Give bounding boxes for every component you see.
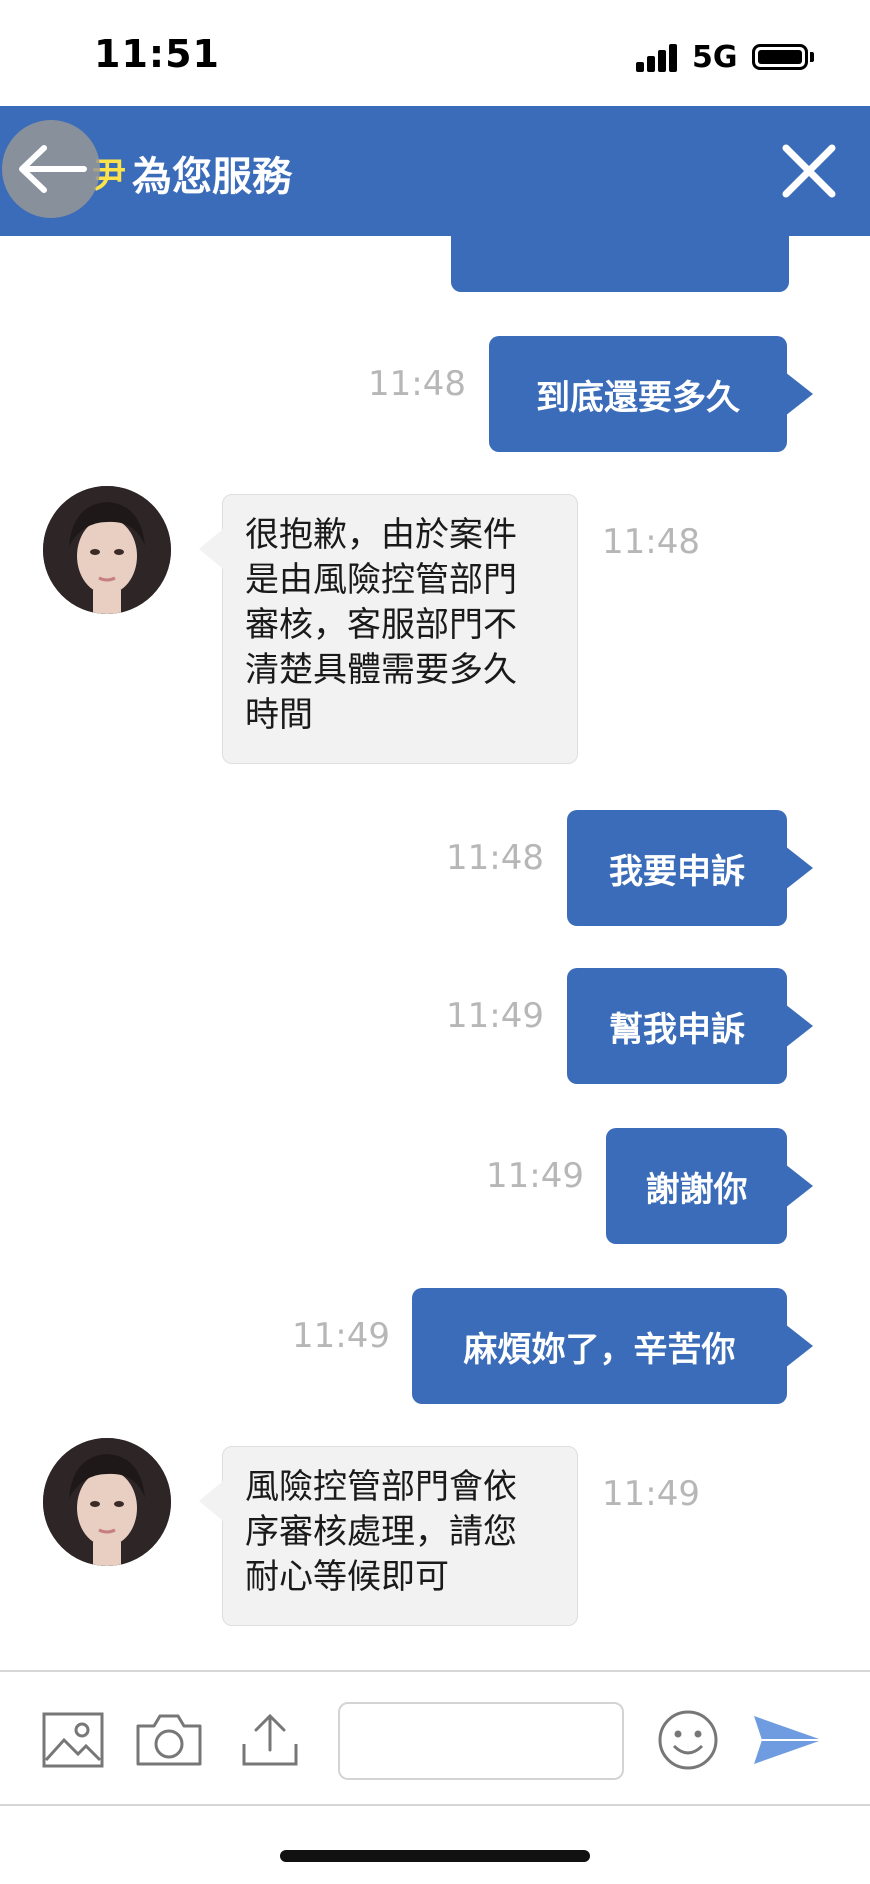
message-input[interactable]: [338, 1702, 624, 1780]
camera-icon[interactable]: [134, 1710, 204, 1774]
network-label: 5G: [692, 40, 738, 75]
chat-header: 尹 為您服務: [0, 106, 870, 236]
message-timestamp: 11:49: [602, 1474, 700, 1514]
message-timestamp: 11:48: [446, 838, 544, 878]
status-time: 11:51: [94, 32, 220, 76]
incoming-message[interactable]: 風險控管部門會依 序審核處理，請您 耐心等候即可: [199, 1446, 578, 1626]
page-title: 為您服務: [132, 154, 292, 200]
message-line: 是由風險控管部門: [245, 560, 517, 600]
battery-icon: [752, 44, 808, 70]
battery-tip: [810, 52, 814, 62]
signal-icon: [636, 44, 680, 72]
message-line: 序審核處理，請您: [245, 1512, 517, 1552]
message-timestamp: 11:48: [602, 522, 700, 562]
chat-message-list[interactable]: 11:48 到底還要多久 很抱歉，由於案件 是由風險控管部門 審核，客服部門不 …: [0, 236, 870, 1670]
outgoing-message[interactable]: 麻煩妳了，辛苦你: [412, 1288, 813, 1404]
close-button[interactable]: [780, 142, 838, 200]
composer-bar: [0, 1670, 870, 1806]
message-timestamp: 11:49: [446, 996, 544, 1036]
message-timestamp: 11:48: [368, 364, 466, 404]
message-line: 很抱歉，由於案件: [245, 515, 517, 555]
bottom-safe-area: [0, 1806, 870, 1884]
message-line: 風險控管部門會依: [245, 1467, 517, 1507]
message-timestamp: 11:49: [292, 1316, 390, 1356]
partial-message-bubble: [451, 236, 789, 292]
message-line: 時間: [245, 695, 313, 735]
send-button[interactable]: [752, 1712, 824, 1772]
agent-avatar: [43, 486, 171, 614]
message-line: 清楚具體需要多久: [245, 650, 517, 690]
incoming-message[interactable]: 很抱歉，由於案件 是由風險控管部門 審核，客服部門不 清楚具體需要多久 時間: [199, 494, 578, 764]
arrow-left-icon: [19, 145, 87, 193]
emoji-icon[interactable]: [656, 1708, 720, 1776]
message-line: 審核，客服部門不: [245, 605, 517, 645]
outgoing-message[interactable]: 幫我申訴: [567, 968, 813, 1084]
back-button[interactable]: [2, 120, 100, 218]
agent-avatar: [43, 1438, 171, 1566]
outgoing-message[interactable]: 我要申訴: [567, 810, 813, 926]
message-timestamp: 11:49: [486, 1156, 584, 1196]
message-line: 耐心等候即可: [245, 1557, 449, 1597]
outgoing-message[interactable]: 到底還要多久: [489, 336, 813, 452]
outgoing-message[interactable]: 謝謝你: [606, 1128, 813, 1244]
home-indicator[interactable]: [280, 1850, 590, 1862]
status-bar: 11:51 5G: [0, 0, 870, 106]
close-icon: [782, 144, 836, 198]
upload-icon[interactable]: [240, 1710, 300, 1774]
send-icon: [754, 1716, 822, 1764]
image-icon[interactable]: [42, 1710, 104, 1774]
